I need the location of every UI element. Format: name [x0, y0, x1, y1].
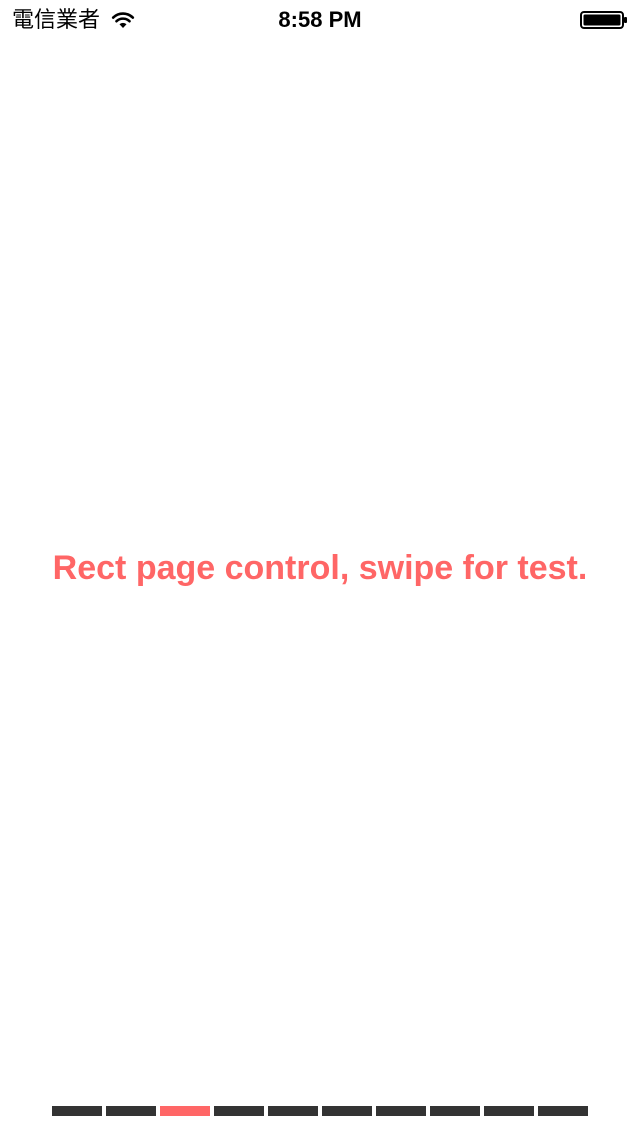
page-indicator[interactable]	[430, 1106, 480, 1116]
page-indicator[interactable]	[52, 1106, 102, 1116]
page-indicator[interactable]	[376, 1106, 426, 1116]
app-screen[interactable]: 電信業者 8:58 PM Rect page control, swipe fo…	[0, 0, 640, 1136]
page-indicator[interactable]	[160, 1106, 210, 1116]
page-indicator[interactable]	[106, 1106, 156, 1116]
wifi-icon	[111, 12, 135, 28]
page-indicator[interactable]	[322, 1106, 372, 1116]
page-indicator[interactable]	[484, 1106, 534, 1116]
carrier-group: 電信業者	[12, 6, 136, 34]
status-bar: 電信業者 8:58 PM	[0, 0, 640, 40]
page-control[interactable]	[52, 1106, 588, 1116]
page-indicator[interactable]	[214, 1106, 264, 1116]
carrier-name: 電信業者	[12, 7, 101, 32]
page-indicator[interactable]	[268, 1106, 318, 1116]
page-indicator[interactable]	[538, 1106, 588, 1116]
battery-icon	[580, 11, 627, 29]
page-instruction-label: Rect page control, swipe for test.	[52, 549, 588, 587]
